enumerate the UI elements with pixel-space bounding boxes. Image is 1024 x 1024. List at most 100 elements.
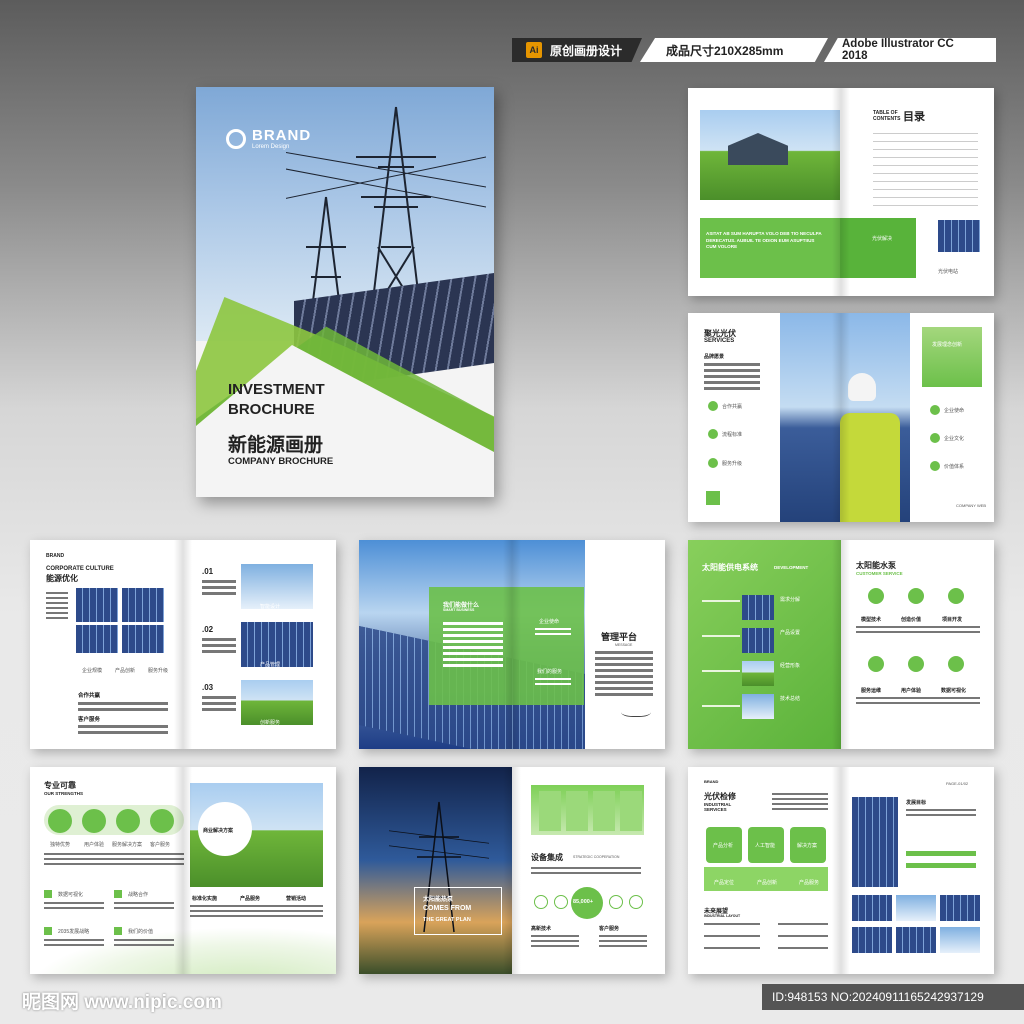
culture-text-2 [78,725,168,737]
design-tag-label: 原创画册设计 [550,43,623,58]
equip-card-4 [620,791,642,831]
stat-circle-3 [609,895,623,909]
data-icon [948,656,964,672]
supply-img-1 [742,595,774,620]
brand-subtitle: Lorem Design [252,144,290,150]
reliable-c1: 标准化实施 [192,896,218,902]
b3-text [44,939,104,949]
repair-goal-bar-1 [906,851,976,856]
reliable-c3: 营销活动 [286,896,307,902]
repair-solar-image [852,797,898,887]
repair-thumb-3 [940,895,980,921]
supply-grid-text-1 [856,626,980,636]
model-icon [868,588,884,604]
supply-g3: 项目开发 [942,617,963,623]
culture-s1: 企业规模 [82,668,103,674]
supply-img-3 [742,661,774,686]
solar-thumb [938,220,980,252]
culture-list-1 [202,580,236,598]
reliable-i3: 服务解决方案 [112,842,143,848]
watermark-right: ID:948153 NO:20240911165242937129 [762,984,1024,1010]
equip-title: 设备集成 [531,853,563,862]
services-badge-icon [706,491,720,505]
mission-icon [930,405,940,415]
size-tag-label: 成品尺寸210X285mm [666,43,784,58]
solar-grid-3 [76,625,118,653]
equip-text [531,867,641,877]
equip-left-bottom: 高新技术 [531,926,552,932]
b3-icon [44,927,52,935]
reliable-badge: 商业解决方案 [203,828,234,834]
repair-title-cn: 光伏检修 [704,792,736,801]
reliable-b1: 数据可视化 [58,892,84,898]
services-item-1: 合作共赢 [722,404,743,410]
spread-reliable: 专业可靠 OUR STRENGTHS 独特优势 用户体验 服务解决方案 客户服务… [30,767,336,974]
right-item-3: 价值体系 [944,464,965,470]
culture-c2: 产品管理 [260,662,281,668]
reliable-b4: 我们的价值 [128,929,154,935]
services-footer: COMPANY WEB [956,503,987,508]
equip-card-2 [566,791,588,831]
supply-title-cn: 太阳能供电系统 [702,563,758,572]
repair-future-text-2 [778,923,828,952]
repair-goal-bar-2 [906,863,976,868]
equip-overlay-3: THE GREAT PLAN [423,917,471,923]
spread-repair: BRAND 光伏检修 INDUSTRIAL SERVICES 产品分析 人工智能… [688,767,994,974]
toc-label: TABLE OF CONTENTS [873,110,901,122]
upgrade-icon [708,458,718,468]
repair-thumb-2 [896,895,936,921]
culture-text-1 [78,702,168,714]
advantage-icon [48,809,72,833]
repair-title-en: INDUSTRIAL SERVICES [704,802,732,812]
culture-c1: 智能设计 [260,604,281,610]
spread-platform: 我们能做什么 SMART BUSINESS 企业使命 我们的服务 管理平台 ME… [359,540,665,749]
brochure-cover: BRAND Lorem Design INVESTMENT BROCHURE 新… [196,87,494,497]
supply-g6: 数据可视化 [941,688,967,694]
repair-box2-label: 人工智能 [755,843,776,849]
platform-box-text [443,622,503,670]
reliable-i2: 用户体验 [84,842,105,848]
stat-circle-2 [554,895,568,909]
supply-l3: 经营形象 [780,663,801,669]
repair-thumb-1 [852,895,892,921]
reliable-c2: 产品服务 [240,896,261,902]
cover-title-cn: 新能源画册 [228,435,324,456]
supply-g4: 服务运维 [861,688,882,694]
platform-text [595,651,653,699]
equip-overlay-1: 太阳能热泵 [423,897,454,903]
supply-img-2 [742,628,774,653]
b1-text [44,902,104,912]
repair-thumb-6 [940,927,980,953]
right-green-box [922,327,982,387]
right-box-label: 发展理念创新 [932,342,963,348]
solution-icon [116,809,140,833]
cover-title-line1: INVESTMENT [228,381,325,398]
helmet-shape [848,373,876,401]
reliable-title-cn: 专业可靠 [44,781,76,790]
user-icon [908,656,924,672]
brand-name: BRAND [252,127,312,144]
solar-grid-2 [122,588,164,622]
b2-icon [114,890,122,898]
services-title-en: SERVICES [704,338,735,344]
repair-f2: 产品创新 [757,880,778,886]
platform-m1-text [535,628,571,638]
value-create-icon [908,588,924,604]
green-block-2 [840,218,916,278]
design-tag: Ai 原创画册设计 [512,38,642,62]
spread-culture: BRAND CORPORATE CULTURE 能源优化 企业规模 产品创新 服… [30,540,336,749]
supply-l4: 技术总结 [780,696,801,702]
software-tag: Adobe Illustrator CC 2018 [824,38,996,62]
repair-f1: 产品定位 [714,880,735,886]
repair-box3-label: 解决方案 [797,843,818,849]
equip-overlay-2: COMES FROM [423,905,472,912]
solar-grid-4 [122,625,164,653]
reliable-title-en: OUR STRENGTHS [44,791,84,796]
repair-future-text [704,923,760,952]
brand-logo: BRAND Lorem Design [226,127,311,150]
supply-right-title: 太阳能水泵 [856,561,896,570]
ops-icon [868,656,884,672]
services-item-2: 流程标准 [722,432,743,438]
equip-rb-text [599,935,647,950]
culture-n1: .01 [202,567,214,576]
